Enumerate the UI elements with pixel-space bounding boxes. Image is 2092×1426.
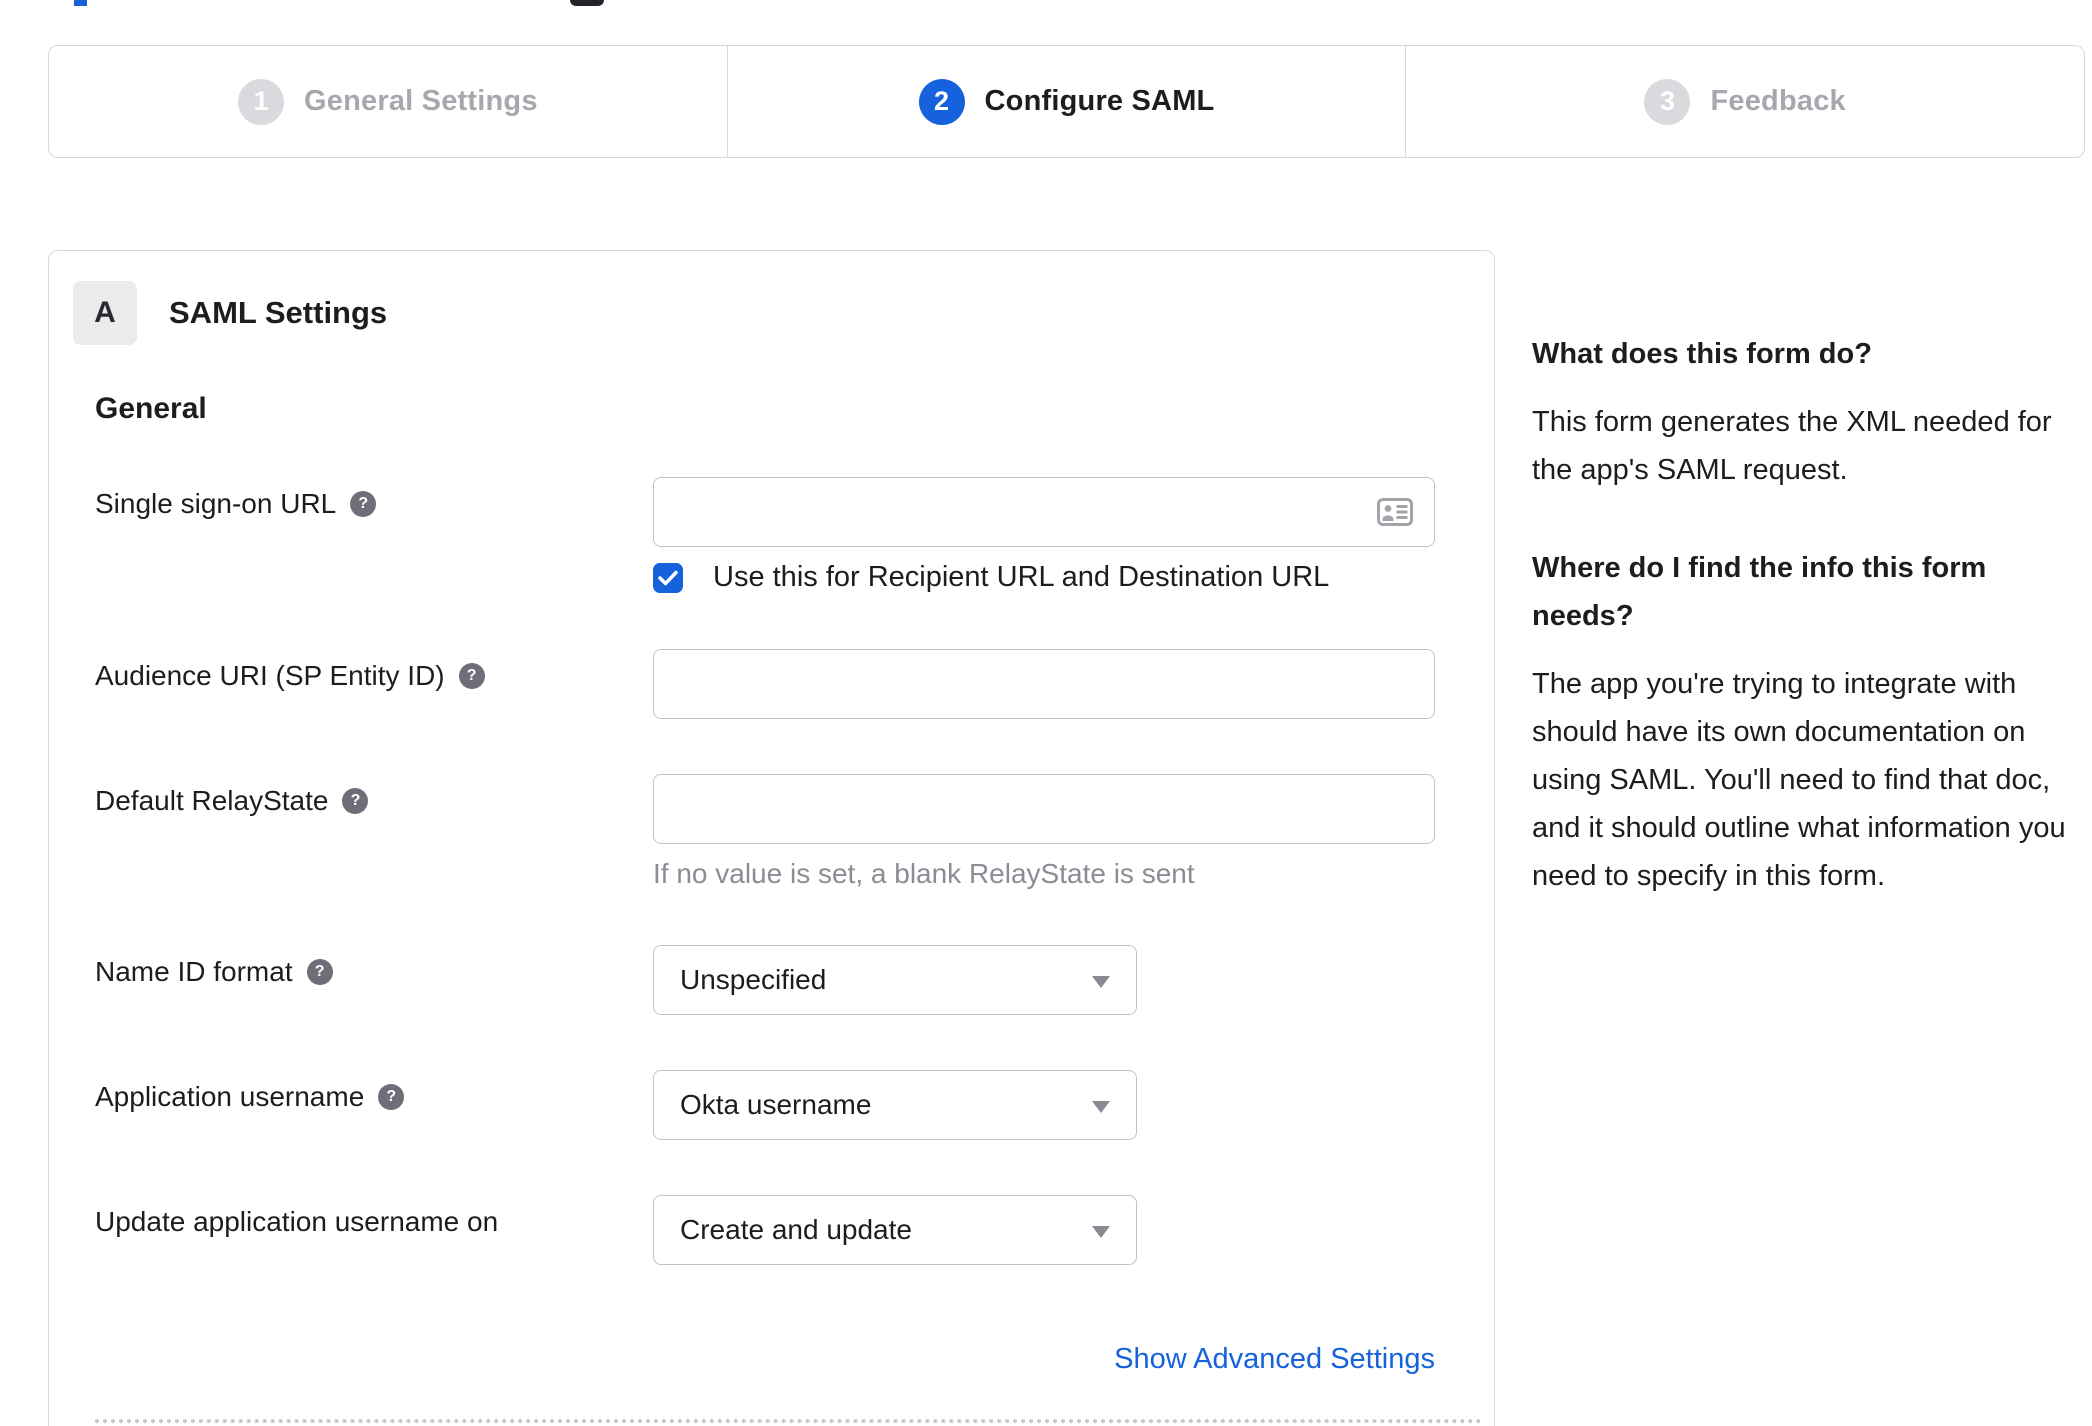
- sidebar-question-2-body: The app you're trying to integrate with …: [1532, 668, 2066, 892]
- panel-title: SAML Settings: [169, 295, 388, 330]
- field-row-default-relaystate: Default RelayState ? If no value is set,…: [95, 774, 1494, 890]
- name-id-format-select[interactable]: Unspecified: [653, 945, 1137, 1015]
- recipient-url-checkbox-label[interactable]: Use this for Recipient URL and Destinati…: [713, 561, 1329, 594]
- help-icon[interactable]: ?: [458, 663, 485, 689]
- help-icon[interactable]: ?: [306, 959, 333, 985]
- general-section-title: General: [95, 392, 207, 425]
- step-number-badge: 3: [1644, 78, 1691, 125]
- audience-uri-input[interactable]: [653, 649, 1435, 719]
- section-a-badge: A: [73, 281, 137, 345]
- step-label: Feedback: [1710, 85, 1846, 117]
- step-label: General Settings: [304, 85, 538, 117]
- section-divider-dotted: [95, 1419, 1482, 1423]
- name-id-format-label: Name ID format: [95, 956, 293, 987]
- step-number-badge: 1: [238, 78, 284, 125]
- field-row-audience-uri: Audience URI (SP Entity ID) ?: [95, 649, 1494, 719]
- default-relaystate-label: Default RelayState: [95, 785, 329, 816]
- help-icon[interactable]: ?: [342, 788, 369, 814]
- audience-uri-label: Audience URI (SP Entity ID): [95, 660, 445, 691]
- default-relaystate-input[interactable]: [653, 774, 1435, 844]
- help-icon[interactable]: ?: [350, 491, 377, 517]
- step-feedback[interactable]: 3 Feedback: [1405, 46, 2084, 157]
- sidebar-question-1-title: What does this form do?: [1532, 338, 1872, 370]
- update-username-label: Update application username on: [95, 1206, 499, 1237]
- field-row-name-id-format: Name ID format ? Unspecified: [95, 945, 1494, 1015]
- recipient-url-checkbox[interactable]: [653, 562, 683, 593]
- field-row-update-username: Update application username on Create an…: [95, 1195, 1494, 1265]
- clipped-header-element-blue: [74, 0, 87, 6]
- info-sidebar: What does this form do? This form genera…: [1532, 330, 2070, 950]
- sso-url-input[interactable]: [653, 477, 1435, 547]
- section-header: A SAML Settings: [73, 281, 1494, 345]
- application-username-select[interactable]: Okta username: [653, 1070, 1137, 1140]
- dropdown-arrow-icon: [1092, 976, 1110, 988]
- field-row-application-username: Application username ? Okta username: [95, 1070, 1494, 1140]
- step-number-badge: 2: [918, 78, 965, 125]
- application-username-value: Okta username: [680, 1089, 872, 1120]
- step-label: Configure SAML: [984, 85, 1215, 117]
- step-configure-saml[interactable]: 2 Configure SAML: [726, 46, 1406, 157]
- dropdown-arrow-icon: [1092, 1101, 1110, 1113]
- name-id-format-value: Unspecified: [680, 964, 827, 995]
- help-icon[interactable]: ?: [378, 1084, 405, 1110]
- show-advanced-settings-link[interactable]: Show Advanced Settings: [1114, 1343, 1435, 1375]
- step-general-settings[interactable]: 1 General Settings: [49, 46, 727, 157]
- sidebar-question-2-title: Where do I find the info this form needs…: [1532, 552, 1987, 632]
- field-row-sso-url: Single sign-on URL ? Use this for Recipi…: [95, 477, 1494, 594]
- contact-card-icon[interactable]: [1377, 498, 1413, 531]
- application-username-label: Application username: [95, 1081, 365, 1112]
- saml-settings-panel: A SAML Settings General Single sign-on U…: [48, 250, 1495, 1426]
- update-username-select[interactable]: Create and update: [653, 1195, 1137, 1265]
- saml-form: Single sign-on URL ? Use this for Recipi…: [95, 477, 1494, 1376]
- sidebar-question-1-body: This form generates the XML needed for t…: [1532, 406, 2052, 486]
- checkmark-icon: [658, 570, 678, 585]
- wizard-stepper: 1 General Settings 2 Configure SAML 3 Fe…: [48, 45, 2085, 158]
- update-username-value: Create and update: [680, 1214, 912, 1245]
- clipped-header-element-dark: [570, 0, 604, 6]
- sso-url-label: Single sign-on URL: [95, 488, 337, 519]
- relaystate-helper-text: If no value is set, a blank RelayState i…: [653, 858, 1195, 889]
- dropdown-arrow-icon: [1092, 1226, 1110, 1238]
